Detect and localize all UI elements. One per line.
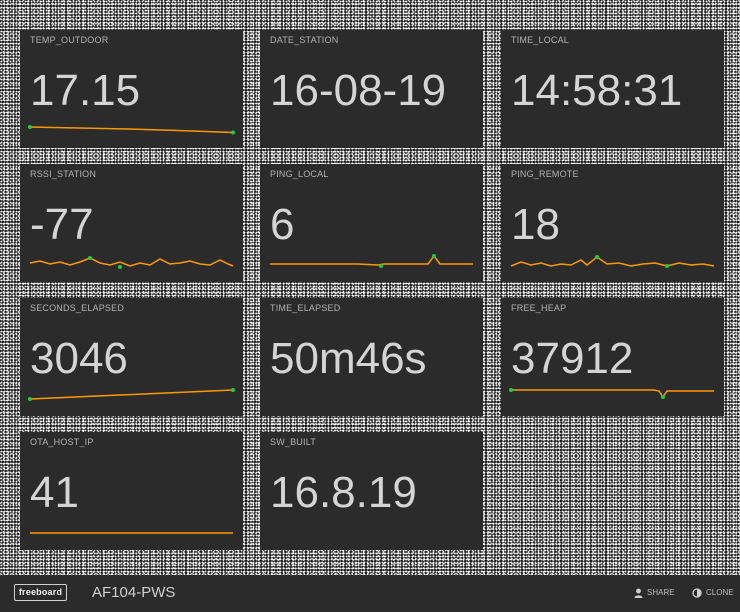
sparkline bbox=[28, 125, 235, 135]
pane-title: SW_BUILT bbox=[270, 437, 316, 447]
clone-button[interactable]: CLONE bbox=[692, 587, 734, 599]
share-button[interactable]: SHARE bbox=[634, 587, 675, 599]
pane-temp-outdoor: TEMP_OUTDOOR 17.15 bbox=[20, 30, 243, 148]
pane-sw-built: SW_BUILT 16.8.19 bbox=[260, 432, 483, 550]
pane-time-elapsed: TIME_ELAPSED 50m46s bbox=[260, 298, 483, 416]
clone-label: CLONE bbox=[706, 588, 734, 597]
user-icon bbox=[634, 588, 643, 598]
pane-value: 41 bbox=[30, 468, 79, 517]
pane-ping-local: PING_LOCAL 6 bbox=[260, 164, 483, 282]
pane-value: 16.8.19 bbox=[270, 468, 417, 517]
pane-value: -77 bbox=[30, 200, 94, 249]
footer-bar: freeboard AF104-PWS SHARE CLONE bbox=[0, 575, 740, 612]
pane-time-local: TIME_LOCAL 14:58:31 bbox=[501, 30, 724, 148]
pane-value: 37912 bbox=[511, 334, 634, 383]
pane-value: 16-08-19 bbox=[270, 66, 447, 115]
pane-value: 14:58:31 bbox=[511, 66, 683, 115]
pane-value: 6 bbox=[270, 200, 295, 249]
pane-title: PING_LOCAL bbox=[270, 169, 329, 179]
contrast-icon bbox=[692, 588, 702, 598]
pane-title: RSSI_STATION bbox=[30, 169, 97, 179]
pane-free-heap: FREE_HEAP 37912 bbox=[501, 298, 724, 416]
dashboard-board: TEMP_OUTDOOR 17.15 DATE_STATION 16-08-19… bbox=[20, 30, 724, 552]
pane-ping-remote: PING_REMOTE 18 bbox=[501, 164, 724, 282]
pane-title: TIME_LOCAL bbox=[511, 35, 570, 45]
pane-value: 18 bbox=[511, 200, 560, 249]
pane-ota-host-ip: OTA_HOST_IP 41 bbox=[20, 432, 243, 550]
freeboard-logo-button[interactable]: freeboard bbox=[14, 584, 67, 601]
pane-title: OTA_HOST_IP bbox=[30, 437, 94, 447]
pane-seconds-elapsed: SECONDS_ELAPSED 3046 bbox=[20, 298, 243, 416]
sparkline bbox=[30, 532, 233, 534]
pane-date-station: DATE_STATION 16-08-19 bbox=[260, 30, 483, 148]
pane-title: PING_REMOTE bbox=[511, 169, 579, 179]
share-label: SHARE bbox=[647, 588, 675, 597]
sparkline bbox=[270, 254, 473, 268]
pane-title: TIME_ELAPSED bbox=[270, 303, 341, 313]
sparkline bbox=[29, 256, 234, 269]
pane-rssi-station: RSSI_STATION -77 bbox=[20, 164, 243, 282]
pane-value: 3046 bbox=[30, 334, 128, 383]
pane-value: 50m46s bbox=[270, 334, 427, 383]
pane-title: SECONDS_ELAPSED bbox=[30, 303, 125, 313]
pane-title: FREE_HEAP bbox=[511, 303, 567, 313]
pane-title: DATE_STATION bbox=[270, 35, 339, 45]
pane-value: 17.15 bbox=[30, 66, 141, 115]
board-title: AF104-PWS bbox=[92, 584, 176, 601]
sparkline bbox=[28, 388, 235, 401]
sparkline bbox=[509, 388, 714, 399]
sparkline bbox=[510, 255, 715, 268]
pane-title: TEMP_OUTDOOR bbox=[30, 35, 109, 45]
